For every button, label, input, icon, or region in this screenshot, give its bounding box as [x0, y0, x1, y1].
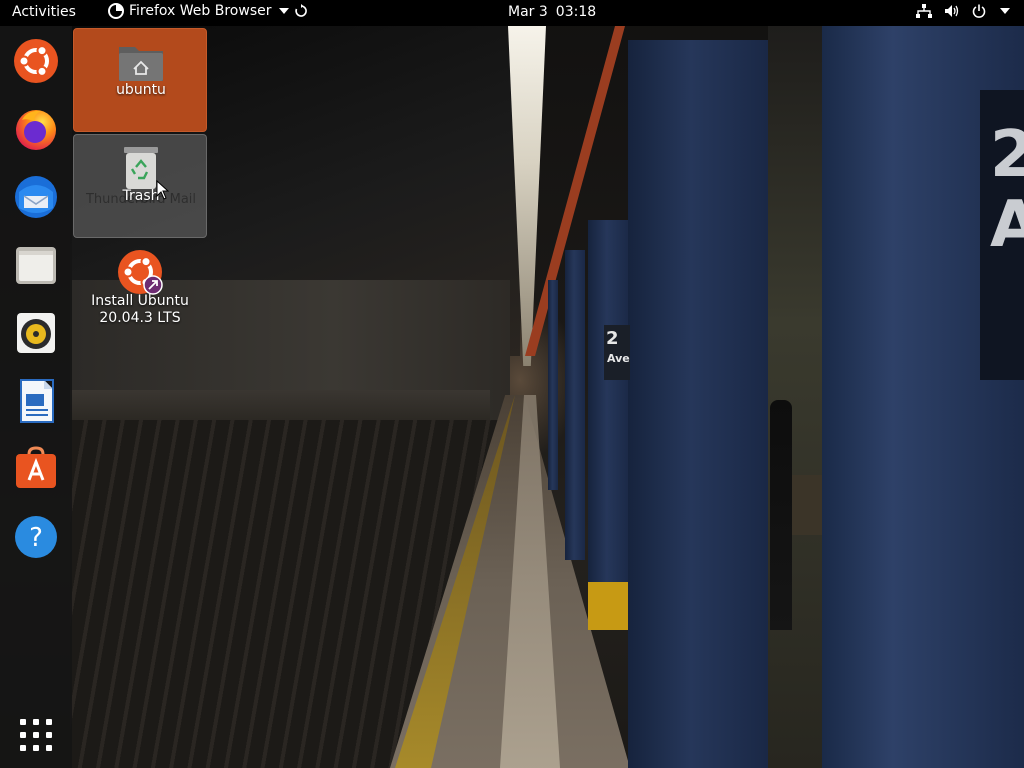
wallpaper-column: [565, 250, 585, 560]
wallpaper-column: [628, 40, 768, 768]
thunderbird-icon: [15, 176, 57, 218]
desktop-icon-trash[interactable]: Thunderbird Mail Trash: [73, 134, 207, 238]
dock-item-thunderbird[interactable]: [11, 172, 61, 222]
dock-item-rhythmbox[interactable]: [11, 308, 61, 358]
wallpaper-column: [588, 220, 630, 630]
rhythmbox-icon: [17, 313, 55, 353]
home-folder-icon: [119, 47, 163, 81]
desktop-icon-label: Install Ubuntu 20.04.3 LTS: [91, 293, 189, 326]
desktop-icon-home[interactable]: ubuntu: [73, 28, 207, 132]
desktop-icon-label: Trash: [122, 188, 160, 204]
chevron-down-icon: [278, 8, 289, 14]
firefox-icon: [16, 110, 56, 150]
svg-text:?: ?: [29, 523, 43, 553]
dock-item-ubuntu-software[interactable]: [11, 444, 61, 494]
software-icon: [16, 446, 56, 488]
show-applications-button[interactable]: [19, 718, 53, 752]
desktop-icon-label: ubuntu: [116, 82, 166, 98]
wallpaper-right-wall: [768, 26, 828, 768]
ubuntu-install-icon: [118, 250, 163, 295]
wallpaper-station-sign-text: 2 A: [990, 118, 1024, 263]
volume-icon: [944, 4, 960, 18]
clock-date: Mar 3: [508, 4, 548, 20]
help-icon: ?: [15, 516, 57, 558]
show-applications-icon: [20, 719, 52, 751]
dock: ?: [0, 26, 72, 768]
system-tray[interactable]: [916, 4, 1010, 18]
wallpaper-small-sign-sub: Ave: [607, 352, 630, 365]
power-icon: [972, 4, 986, 18]
top-bar: Activities Firefox Web Browser Mar 3 03:…: [0, 0, 1024, 26]
desktop-icon-install-ubuntu[interactable]: Install Ubuntu 20.04.3 LTS: [73, 240, 207, 340]
ubuntu-logo-icon: [14, 39, 58, 83]
firefox-app-icon: [108, 3, 124, 19]
app-menu-label: Firefox Web Browser: [129, 3, 272, 19]
dock-item-libreoffice-writer[interactable]: [11, 376, 61, 426]
dock-item-firefox[interactable]: [11, 104, 61, 154]
activities-button[interactable]: Activities: [12, 4, 76, 20]
writer-icon: [20, 379, 54, 423]
mouse-pointer-icon: [156, 180, 170, 200]
clock-button[interactable]: Mar 3 03:18: [508, 4, 596, 20]
wallpaper-column-base: [588, 582, 630, 630]
app-menu-button[interactable]: Firefox Web Browser: [108, 3, 308, 19]
dock-item-help[interactable]: ?: [11, 512, 61, 562]
loading-spinner-icon: [294, 4, 308, 18]
wallpaper-column: [548, 280, 558, 490]
dock-item-files[interactable]: [11, 240, 61, 290]
clock-time: 03:18: [555, 4, 597, 20]
wallpaper-small-sign-text: 2: [606, 328, 619, 349]
wallpaper-person: [770, 400, 792, 630]
system-menu-chevron-icon: [1000, 8, 1010, 14]
wallpaper-bench: [790, 475, 824, 535]
files-icon: [16, 247, 56, 284]
network-icon: [916, 4, 932, 18]
dock-item-ubuntu-installer[interactable]: [11, 36, 61, 86]
